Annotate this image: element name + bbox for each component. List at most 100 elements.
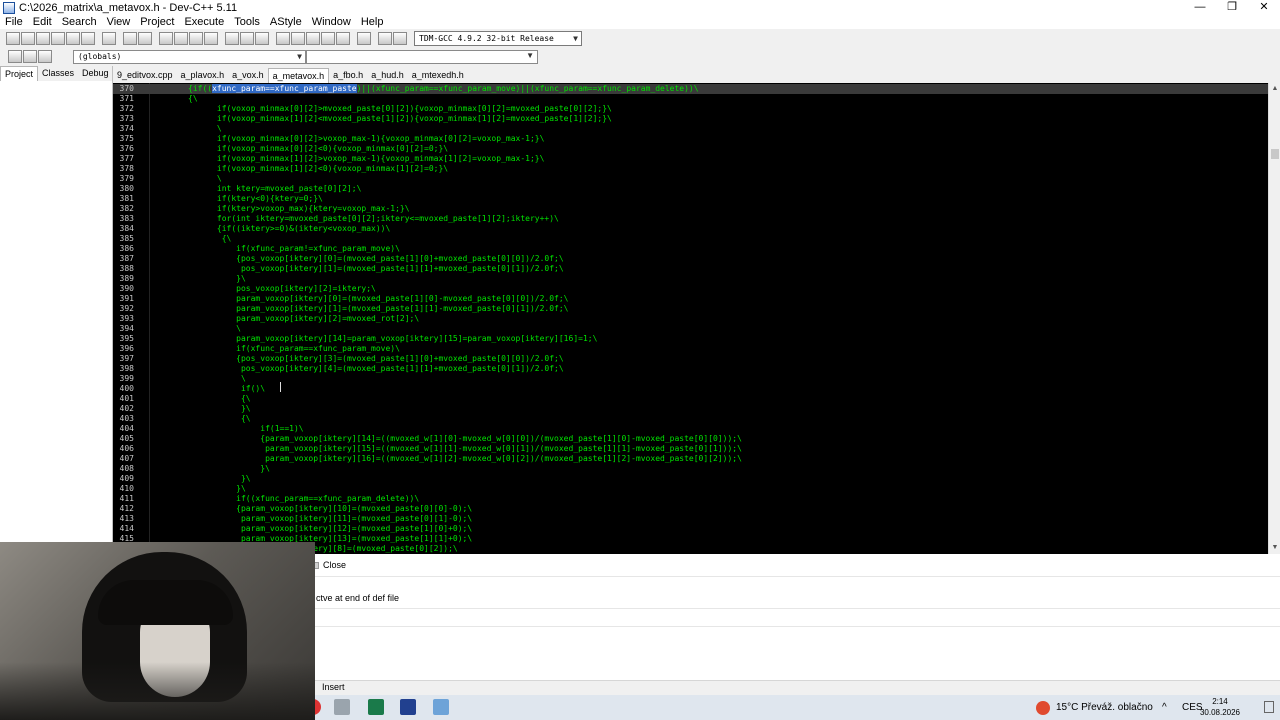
code-line[interactable]: 372 if(voxop_minmax[0][2]>mvoxed_paste[0… [113,104,1268,114]
code-line[interactable]: 394 \ [113,324,1268,334]
maximize-button[interactable]: ❐ [1216,0,1248,15]
code-line[interactable]: 397 {pos_voxop[iktery][3]=(mvoxed_paste[… [113,354,1268,364]
tab-a-plavox-h[interactable]: a_plavox.h [177,68,229,83]
code-line[interactable]: 377 if(voxop_minmax[1][2]>voxop_max-1){v… [113,154,1268,164]
new-project-icon[interactable] [276,32,290,45]
menu-file[interactable]: File [0,15,28,29]
tab-a-vox-h[interactable]: a_vox.h [228,68,268,83]
code-line[interactable]: 400 if()\ [113,384,1268,394]
remove-from-project-icon[interactable] [306,32,320,45]
print-icon[interactable] [102,32,116,45]
code-line[interactable]: 385 {\ [113,234,1268,244]
undo-icon[interactable] [123,32,137,45]
code-line[interactable]: 398 pos_voxop[iktery][4]=(mvoxed_paste[1… [113,364,1268,374]
code-line[interactable]: 395 param_voxop[iktery][14]=param_voxop[… [113,334,1268,344]
code-line[interactable]: 388 pos_voxop[iktery][1]=(mvoxed_paste[1… [113,264,1268,274]
tab-a-hud-h[interactable]: a_hud.h [367,68,408,83]
find-icon[interactable] [159,32,173,45]
editor-scrollbar[interactable]: ▲ ▼ [1268,83,1280,554]
code-line[interactable]: 414 param_voxop[iktery][12]=(mvoxed_past… [113,524,1268,534]
code-line[interactable]: 411 if((xfunc_param==xfunc_param_delete)… [113,494,1268,504]
goto-line-icon[interactable] [204,32,218,45]
menu-search[interactable]: Search [57,15,102,29]
code-line[interactable]: 380 int ktery=mvoxed_paste[0][2];\ [113,184,1268,194]
code-line[interactable]: 404 if(1==1)\ [113,424,1268,434]
code-line[interactable]: 381 if(ktery<0){ktery=0;}\ [113,194,1268,204]
code-line[interactable]: 389 }\ [113,274,1268,284]
scroll-down-icon[interactable]: ▼ [1269,542,1280,554]
code-line[interactable]: 384 {if((iktery>=0)&(iktery<voxop_max))\ [113,224,1268,234]
code-line[interactable]: 379 \ [113,174,1268,184]
scope-select[interactable]: (globals) ▼ [73,49,306,64]
tab-classes[interactable]: Classes [38,66,78,81]
menu-window[interactable]: Window [307,15,356,29]
project-options-icon[interactable] [321,32,335,45]
tab-project[interactable]: Project [0,66,39,81]
code-line[interactable]: 405 {param_voxop[iktery][14]=((mvoxed_w[… [113,434,1268,444]
code-line[interactable]: 383 for(int iktery=mvoxed_paste[0][2];ik… [113,214,1268,224]
compiler-select[interactable]: TDM-GCC 4.9.2 32-bit Release ▼ [414,31,582,46]
code-line[interactable]: 374 \ [113,124,1268,134]
tab-9-editvox-cpp[interactable]: 9_editvox.cpp [113,68,177,83]
menu-help[interactable]: Help [356,15,389,29]
redo-icon[interactable] [138,32,152,45]
find-next-icon[interactable] [189,32,203,45]
save-all-icon[interactable] [51,32,65,45]
profile-analysis-icon[interactable] [378,32,392,45]
code-editor[interactable]: 370 {if((xfunc_param==xfunc_param_paste)|… [113,83,1268,554]
code-line[interactable]: 376 if(voxop_minmax[0][2]<0){voxop_minma… [113,144,1268,154]
delete-profile-icon[interactable] [393,32,407,45]
code-line[interactable]: 390 pos_voxop[iktery][2]=iktery;\ [113,284,1268,294]
clock[interactable]: 2:14 30.08.2026 [1200,696,1240,718]
code-line[interactable]: 406 param_voxop[iktery][15]=((mvoxed_w[1… [113,444,1268,454]
code-line[interactable]: 396 if(xfunc_param==xfunc_param_move)\ [113,344,1268,354]
function-select[interactable]: ▼ [306,49,538,64]
code-line[interactable]: 387 {pos_voxop[iktery][0]=(mvoxed_paste[… [113,254,1268,264]
code-line[interactable]: 409 }\ [113,474,1268,484]
code-line[interactable]: 403 {\ [113,414,1268,424]
new-file-icon[interactable] [6,32,20,45]
tab-a-mtexedh-h[interactable]: a_mtexedh.h [408,68,468,83]
tray-expand[interactable]: ^ [1162,695,1167,720]
code-line[interactable]: 382 if(ktery>voxop_max){ktery=voxop_max-… [113,204,1268,214]
taskbar-folder-icon[interactable] [433,699,449,715]
forward-icon[interactable] [240,32,254,45]
menu-astyle[interactable]: AStyle [265,15,307,29]
close-file-icon[interactable] [66,32,80,45]
syntax-check-icon[interactable] [336,32,350,45]
notification-icon[interactable] [1264,701,1274,713]
insert-icon[interactable] [8,50,22,63]
code-line[interactable]: 373 if(voxop_minmax[1][2]<mvoxed_paste[1… [113,114,1268,124]
close-all-icon[interactable] [81,32,95,45]
menu-tools[interactable]: Tools [229,15,265,29]
toggle-bookmark-icon[interactable] [255,32,269,45]
scroll-up-icon[interactable]: ▲ [1269,83,1280,95]
add-to-project-icon[interactable] [291,32,305,45]
tab-debug[interactable]: Debug [78,66,113,81]
taskbar-terminal-icon[interactable] [368,699,384,715]
weather-widget[interactable]: 15°C Převáž. oblačno [1036,695,1153,720]
code-line[interactable]: 407 param_voxop[iktery][16]=((mvoxed_w[1… [113,454,1268,464]
scroll-thumb[interactable] [1271,149,1279,159]
code-line[interactable]: 386 if(xfunc_param!=xfunc_param_move)\ [113,244,1268,254]
code-line[interactable]: 375 if(voxop_minmax[0][2]>voxop_max-1){v… [113,134,1268,144]
code-line[interactable]: 402 }\ [113,404,1268,414]
save-icon[interactable] [36,32,50,45]
taskbar-app-gray-icon[interactable] [334,699,350,715]
tab-a-fbo-h[interactable]: a_fbo.h [329,68,367,83]
code-line[interactable]: 410 }\ [113,484,1268,494]
code-line[interactable]: 408 }\ [113,464,1268,474]
taskbar-devcpp-icon[interactable] [400,699,416,715]
code-line[interactable]: 392 param_voxop[iktery][1]=(mvoxed_paste… [113,304,1268,314]
code-line[interactable]: 378 if(voxop_minmax[1][2]<0){voxop_minma… [113,164,1268,174]
close-panel-button[interactable]: Close [312,560,346,570]
menu-project[interactable]: Project [135,15,179,29]
open-file-icon[interactable] [21,32,35,45]
back-icon[interactable] [225,32,239,45]
code-line[interactable]: 371 {\ [113,94,1268,104]
close-window-button[interactable]: ✕ [1248,0,1280,15]
tab-a-metavox-h[interactable]: a_metavox.h [267,68,330,83]
code-line[interactable]: 413 param_voxop[iktery][11]=(mvoxed_past… [113,514,1268,524]
replace-icon[interactable] [174,32,188,45]
goto-icon[interactable] [38,50,52,63]
